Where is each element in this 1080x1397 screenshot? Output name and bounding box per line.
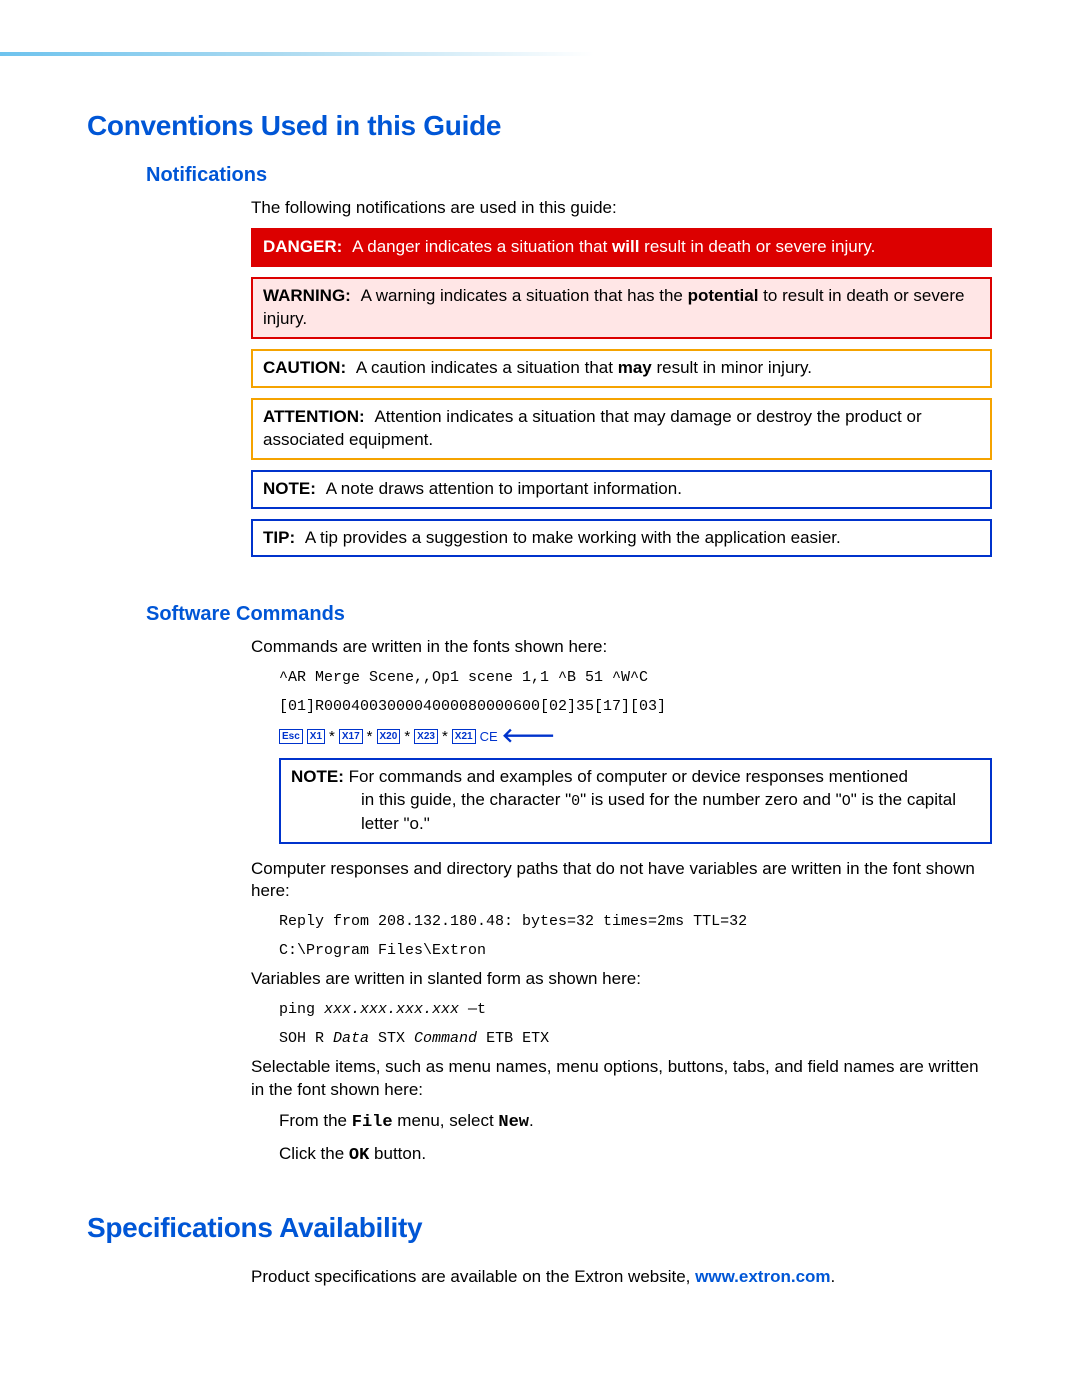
page-top-bar (0, 52, 1080, 56)
heading-conventions: Conventions Used in this Guide (87, 110, 992, 142)
caution-label: CAUTION: (263, 358, 346, 377)
caution-text-pre: A caution indicates a situation that (356, 358, 618, 377)
tip-label: TIP: (263, 528, 295, 547)
key-x23: X23 (414, 729, 438, 744)
responses-intro: Computer responses and directory paths t… (251, 858, 992, 904)
danger-text-pre: A danger indicates a situation that (352, 237, 612, 256)
specs-text: Product specifications are available on … (251, 1266, 992, 1289)
response-line-1: Reply from 208.132.180.48: bytes=32 time… (279, 911, 992, 934)
tip-text: A tip provides a suggestion to make work… (305, 528, 841, 547)
warning-text-pre: A warning indicates a situation that has… (361, 286, 688, 305)
note-label: NOTE: (263, 479, 316, 498)
key-x17: X17 (339, 729, 363, 744)
command-line-2: [01]R000400300004000080000600[02]35[17][… (279, 696, 992, 719)
note-text: A note draws attention to important info… (326, 479, 682, 498)
selectable-intro: Selectable items, such as menu names, me… (251, 1056, 992, 1102)
software-body: Commands are written in the fonts shown … (251, 636, 992, 1168)
commands-intro: Commands are written in the fonts shown … (251, 636, 992, 659)
tip-callout: TIP: A tip provides a suggestion to make… (251, 519, 992, 558)
note2-pre: in this guide, the character " (361, 790, 571, 809)
note-zero-callout: NOTE: For commands and examples of compu… (279, 758, 992, 843)
warning-text-bold: potential (688, 286, 759, 305)
note2-mid: " is used for the number zero and " (580, 790, 842, 809)
caution-text-bold: may (618, 358, 652, 377)
variable-line-1: ping xxx.xxx.xxx.xxx —t (279, 999, 992, 1022)
attention-callout: ATTENTION: Attention indicates a situati… (251, 398, 992, 460)
danger-label: DANGER: (263, 237, 342, 256)
key-x20: X20 (377, 729, 401, 744)
warning-label: WARNING: (263, 286, 351, 305)
danger-text-bold: will (612, 237, 639, 256)
selectable-example-2: Click the OK button. (279, 1143, 992, 1168)
heading-notifications: Notifications (146, 164, 992, 187)
star-icon: * (329, 728, 335, 745)
key-sequence: Esc X1 * X17 * X20 * X23 * X21 CE 🡐 (279, 726, 992, 746)
arrow-left-icon: 🡐 (502, 726, 556, 746)
heading-specifications: Specifications Availability (87, 1212, 992, 1244)
warning-callout: WARNING: A warning indicates a situation… (251, 277, 992, 339)
key-x1: X1 (307, 729, 325, 744)
variables-intro: Variables are written in slanted form as… (251, 968, 992, 991)
specs-body: Product specifications are available on … (251, 1266, 992, 1289)
notifications-intro: The following notifications are used in … (251, 197, 992, 220)
star-icon: * (367, 728, 373, 745)
note2-line1: For commands and examples of computer or… (349, 767, 908, 786)
star-icon: * (442, 728, 448, 745)
note2-label: NOTE: (291, 767, 344, 786)
extron-link[interactable]: www.extron.com (695, 1267, 830, 1286)
notifications-body: The following notifications are used in … (251, 197, 992, 557)
key-esc: Esc (279, 729, 303, 744)
danger-text-post: result in death or severe injury. (639, 237, 875, 256)
attention-label: ATTENTION: (263, 407, 365, 426)
key-x21: X21 (452, 729, 476, 744)
command-line-1: ^AR Merge Scene,,Op1 scene 1,1 ^B 51 ^W^… (279, 667, 992, 690)
note2-zero: 0 (571, 793, 580, 810)
note2-oh: O (842, 793, 851, 810)
heading-software-commands: Software Commands (146, 603, 992, 626)
caution-text-post: result in minor injury. (652, 358, 812, 377)
selectable-example-1: From the File menu, select New. (279, 1110, 992, 1135)
danger-callout: DANGER: A danger indicates a situation t… (251, 228, 992, 267)
key-ce: CE (480, 729, 498, 744)
star-icon: * (404, 728, 410, 745)
variable-line-2: SOH R Data STX Command ETB ETX (279, 1028, 992, 1051)
caution-callout: CAUTION: A caution indicates a situation… (251, 349, 992, 388)
response-line-2: C:\Program Files\Extron (279, 940, 992, 963)
note-callout: NOTE: A note draws attention to importan… (251, 470, 992, 509)
document-page: Conventions Used in this Guide Notificat… (87, 110, 992, 1297)
